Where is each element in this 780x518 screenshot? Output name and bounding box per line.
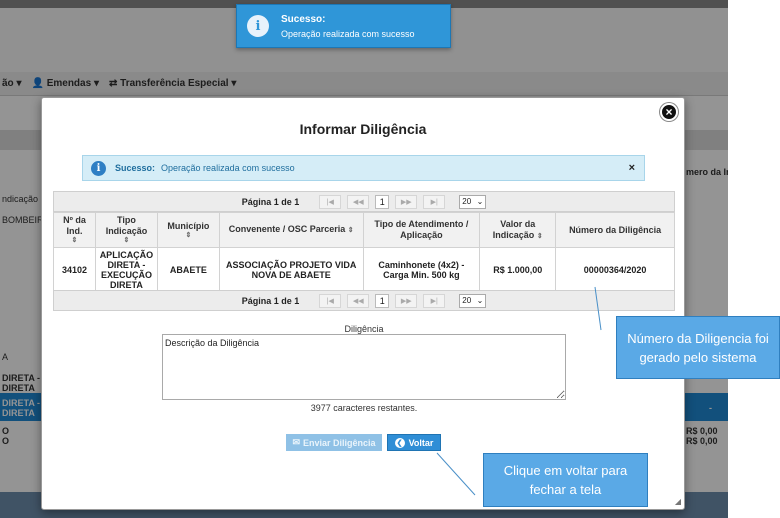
page-size-value: 20	[462, 296, 472, 305]
page-size-select[interactable]: 20 ⌄	[459, 293, 487, 308]
col-header-label: Município	[167, 220, 210, 231]
prev-page-button[interactable]: ◀◀	[347, 293, 370, 308]
arrow-circle-icon: ❮	[394, 437, 405, 448]
last-page-button[interactable]: ▶|	[423, 194, 446, 209]
table-header-row: Nº da Ind. ⇕ Tipo Indicação ⇕ Município ⇕ C…	[53, 212, 675, 248]
col-header-municipio[interactable]: Município ⇕	[156, 212, 220, 248]
indicacoes-table: Nº da Ind. ⇕ Tipo Indicação ⇕ Município ⇕ C…	[53, 212, 675, 293]
paginator-top: Página 1 de 1 |◀ ◀◀ 1 ▶▶ ▶| 20 ⌄	[53, 191, 675, 212]
sort-icon: ⇕	[185, 231, 192, 239]
diligencia-label: Diligência	[344, 324, 384, 334]
cell-tipo-atendimento: Caminhonete (4x2) - Carga Min. 500 kg	[362, 247, 481, 293]
page-label: Página 1 de 1	[241, 196, 300, 207]
prev-page-button[interactable]: ◀◀	[347, 194, 370, 209]
success-alert: i Sucesso: Operação realizada com sucess…	[82, 155, 645, 181]
col-header-label: Tipo de Atendimento / Aplicação	[374, 219, 469, 240]
page-label: Página 1 de 1	[241, 295, 300, 306]
toast-message: Operação realizada com sucesso	[281, 28, 415, 39]
col-header-label: Número da Diligência	[569, 224, 662, 235]
back-button[interactable]: ❮ Voltar	[387, 434, 441, 451]
sort-icon: ⇕	[347, 227, 354, 234]
send-button-label: Enviar Diligência	[303, 437, 376, 448]
callout-numero-diligencia: Número da Diligencia foi gerado pelo sis…	[616, 316, 780, 379]
table-row[interactable]: 34102 APLICAÇÃO DIRETA - EXECUÇÃO DIRETA…	[53, 247, 675, 293]
next-page-button[interactable]: ▶▶	[395, 194, 418, 209]
col-header-num-ind[interactable]: Nº da Ind. ⇕	[53, 212, 96, 248]
alert-title: Sucesso:	[115, 163, 156, 173]
col-header-label: Tipo Indicação	[105, 215, 148, 236]
col-header-tipo-atendimento: Tipo de Atendimento / Aplicação	[362, 212, 481, 248]
last-page-button[interactable]: ▶|	[423, 293, 446, 308]
page-size-select[interactable]: 20 ⌄	[459, 194, 487, 209]
alert-message: Operação realizada com sucesso	[161, 163, 295, 173]
toast-title: Sucesso:	[281, 13, 326, 25]
cell-tipo-indicacao: APLICAÇÃO DIRETA - EXECUÇÃO DIRETA	[94, 247, 158, 293]
col-header-numero-diligencia: Número da Diligência	[555, 212, 675, 248]
sort-icon: ⇕	[536, 232, 543, 240]
sort-icon: ⇕	[71, 237, 78, 244]
success-toast: i Sucesso: Operação realizada com sucess…	[236, 4, 451, 48]
sort-icon: ⇕	[123, 237, 130, 244]
page-number-button[interactable]: 1	[375, 293, 390, 308]
col-header-label: Convenente / OSC Parceria	[228, 224, 346, 234]
remaining-chars-text: 3977 caracteres restantes.	[310, 403, 418, 413]
modal-title: Informar Diligência	[299, 121, 427, 137]
diligencia-textarea[interactable]	[162, 334, 566, 400]
back-button-label: Voltar	[408, 437, 434, 448]
col-header-label: Valor da Indicação	[492, 218, 536, 240]
col-header-tipo-indicacao[interactable]: Tipo Indicação ⇕	[94, 212, 158, 248]
cell-numero-diligencia: 00000364/2020	[555, 247, 675, 293]
resize-handle-icon[interactable]: ◢	[675, 497, 681, 506]
col-header-convenente[interactable]: Convenente / OSC Parceria ⇕	[218, 212, 364, 248]
paginator-bottom: Página 1 de 1 |◀ ◀◀ 1 ▶▶ ▶| 20 ⌄	[53, 290, 675, 311]
diligencia-modal: × Informar Diligência i Sucesso: Operaçã…	[41, 97, 685, 510]
chevron-down-icon: ⌄	[476, 296, 484, 305]
close-icon[interactable]: ×	[660, 103, 678, 121]
col-header-label: Nº da Ind.	[63, 215, 86, 236]
callout-voltar: Clique em voltar para fechar a tela	[483, 453, 648, 507]
info-icon: i	[247, 15, 269, 37]
cell-convenente: ASSOCIAÇÃO PROJETO VIDA NOVA DE ABAETE	[218, 247, 364, 293]
col-header-valor[interactable]: Valor da Indicação ⇕	[479, 212, 557, 248]
alert-close-button[interactable]: ×	[629, 162, 635, 174]
page-size-value: 20	[462, 197, 472, 206]
envelope-icon: ✉	[292, 437, 300, 447]
cell-municipio: ABAETE	[156, 247, 220, 293]
chevron-down-icon: ⌄	[476, 197, 484, 206]
cell-valor: R$ 1.000,00	[479, 247, 557, 293]
cell-num-ind: 34102	[53, 247, 96, 293]
next-page-button[interactable]: ▶▶	[395, 293, 418, 308]
first-page-button[interactable]: |◀	[319, 194, 342, 209]
first-page-button[interactable]: |◀	[319, 293, 342, 308]
send-diligencia-button[interactable]: ✉ Enviar Diligência	[286, 434, 382, 451]
page-number-button[interactable]: 1	[375, 194, 390, 209]
info-icon: i	[91, 160, 106, 176]
